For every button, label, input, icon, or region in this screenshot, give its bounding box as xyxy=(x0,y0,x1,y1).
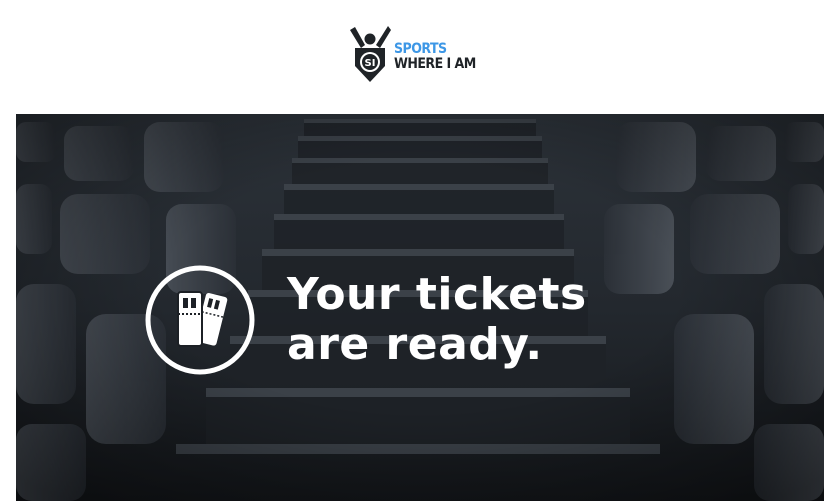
hero-headline: Your tickets are ready. xyxy=(287,270,587,370)
brand-line-2: WHERE I AM xyxy=(394,56,476,72)
brand-line-1: SPORTS xyxy=(394,41,447,57)
email-header: SI SPORTS WHERE I AM xyxy=(0,0,824,114)
hero-message: Your tickets are ready. xyxy=(144,264,587,376)
headline-line-2: are ready. xyxy=(287,319,543,370)
logo-badge-text: SI xyxy=(365,58,376,69)
headline-line-1: Your tickets xyxy=(287,269,587,320)
si-referee-logo-icon: SI xyxy=(350,26,391,82)
brand-logo[interactable]: SI SPORTS WHERE I AM xyxy=(346,24,485,86)
tickets-icon xyxy=(145,265,255,375)
hero-banner: Your tickets are ready. xyxy=(16,114,824,501)
brand-wordmark: SPORTS WHERE I AM xyxy=(394,42,476,72)
email-page: SI SPORTS WHERE I AM Your tickets are re… xyxy=(0,0,824,501)
